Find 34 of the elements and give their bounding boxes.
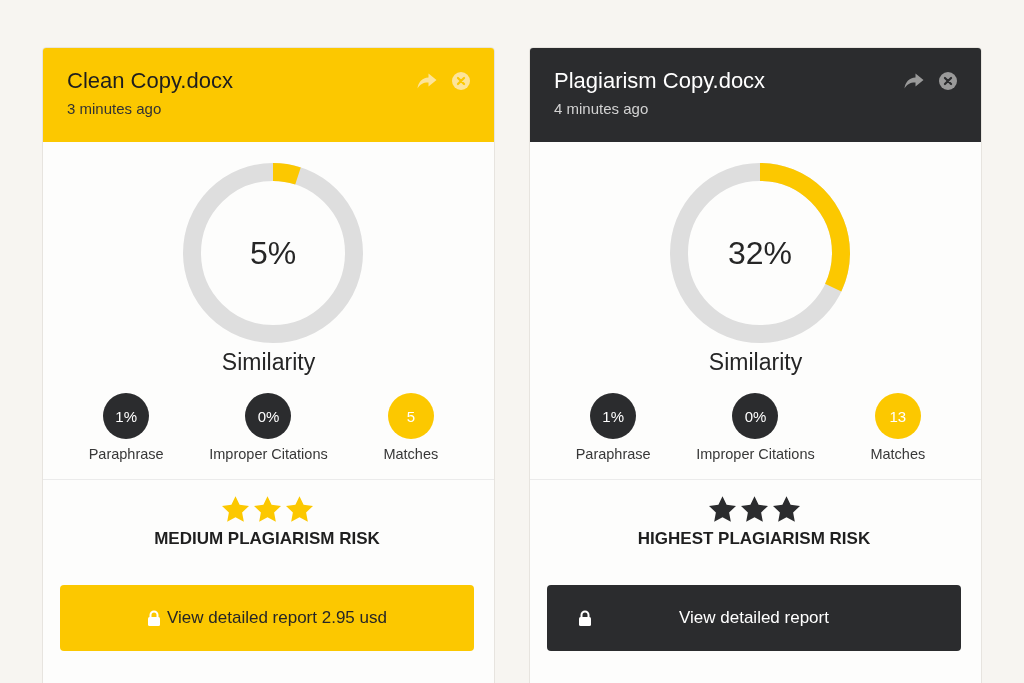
file-title: Clean Copy.docx <box>67 68 233 94</box>
stat-label: Paraphrase <box>575 445 651 463</box>
report-button[interactable]: View detailed report 2.95 usd <box>60 585 474 651</box>
similarity-percent: 32% <box>727 234 792 272</box>
stat-badge: 0% <box>245 393 292 439</box>
stat-label: Matches <box>870 445 926 463</box>
risk-level: HIGHEST PLAGIARISM RISK <box>637 529 871 549</box>
file-title: Plagiarism Copy.docx <box>554 68 766 94</box>
stat-badge: 0% <box>732 393 779 439</box>
stat-label: Improper Citations <box>209 445 328 463</box>
report-button[interactable]: View detailed report <box>547 585 961 651</box>
stat-label: Paraphrase <box>88 445 164 463</box>
star-icon <box>253 496 281 522</box>
similarity-percent: 5% <box>249 234 297 272</box>
star-icon <box>740 496 768 522</box>
lock-icon <box>578 610 592 626</box>
star-icon <box>285 496 313 522</box>
lock-icon <box>147 610 162 626</box>
upload-time: 4 minutes ago <box>554 99 650 119</box>
similarity-label: Similarity <box>221 348 316 376</box>
forward-arrow-icon[interactable] <box>904 73 924 89</box>
star-icon <box>772 496 800 522</box>
stat-label: Matches <box>383 445 439 463</box>
star-icon <box>708 496 736 522</box>
star-icon <box>221 496 249 522</box>
stat-badge: 5 <box>387 393 434 439</box>
close-icon[interactable] <box>939 72 957 90</box>
risk-level: MEDIUM PLAGIARISM RISK <box>154 529 380 549</box>
upload-time: 3 minutes ago <box>67 99 163 119</box>
similarity-label: Similarity <box>708 348 803 376</box>
stat-badge: 1% <box>590 393 637 439</box>
stat-label: Improper Citations <box>696 445 815 463</box>
stat-badge: 1% <box>103 393 150 439</box>
stat-badge: 13 <box>874 393 921 439</box>
